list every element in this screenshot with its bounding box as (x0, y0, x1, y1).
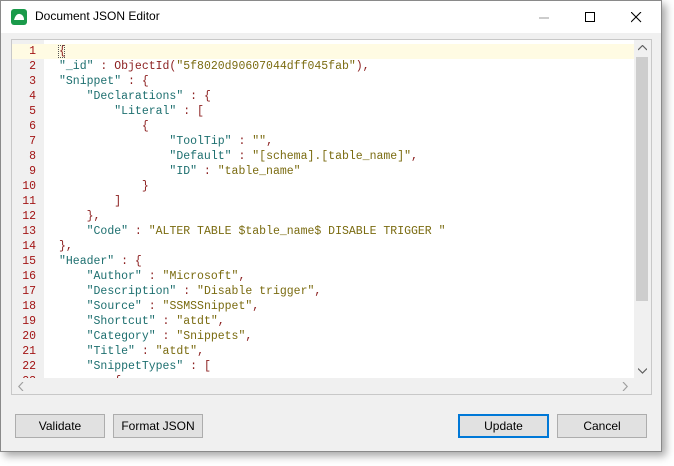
line-text: "ID" : "table_name" (169, 165, 301, 178)
code-line[interactable]: 5 "Literal" : [ (12, 104, 634, 119)
line-text: "Code" : "ALTER TABLE $table_name$ DISAB… (86, 225, 446, 238)
line-number: 22 (22, 360, 36, 373)
line-number: 2 (29, 60, 36, 73)
scroll-left-icon[interactable] (18, 382, 24, 391)
scroll-right-icon[interactable] (622, 382, 628, 391)
line-number: 9 (29, 165, 36, 178)
json-code-editor[interactable]: 1{2 "_id" : ObjectId("5f8020d90607044dff0… (11, 39, 652, 395)
code-line[interactable]: 2 "_id" : ObjectId("5f8020d90607044dff045… (12, 59, 634, 74)
code-line[interactable]: 20 "Category" : "Snippets", (12, 329, 634, 344)
vertical-scrollbar[interactable] (634, 40, 651, 380)
line-text: "Snippet" : { (59, 75, 149, 88)
code-line[interactable]: 15 "Header" : { (12, 254, 634, 269)
line-text: "Literal" : [ (114, 105, 204, 118)
code-line[interactable]: 9 "ID" : "table_name" (12, 164, 634, 179)
vertical-scroll-thumb[interactable] (636, 57, 648, 301)
code-area[interactable]: 1{2 "_id" : ObjectId("5f8020d90607044dff0… (12, 40, 634, 380)
line-text: "Author" : "Microsoft", (86, 270, 246, 283)
line-text: "Source" : "SSMSSnippet", (86, 300, 260, 313)
code-line[interactable]: 3 "Snippet" : { (12, 74, 634, 89)
code-line[interactable]: 17 "Description" : "Disable trigger", (12, 284, 634, 299)
code-line[interactable]: 18 "Source" : "SSMSSnippet", (12, 299, 634, 314)
line-number: 17 (22, 285, 36, 298)
window-title: Document JSON Editor (35, 9, 160, 23)
line-number: 1 (29, 45, 36, 58)
maximize-button[interactable] (567, 1, 613, 33)
scroll-down-icon[interactable] (638, 368, 647, 374)
format-json-button[interactable]: Format JSON (113, 414, 203, 438)
code-line[interactable]: 19 "Shortcut" : "atdt", (12, 314, 634, 329)
line-number: 4 (29, 90, 36, 103)
code-line[interactable]: 12 }, (12, 209, 634, 224)
scroll-up-icon[interactable] (638, 45, 647, 51)
close-button[interactable] (613, 1, 659, 33)
scrollbar-corner (634, 378, 651, 394)
line-number: 13 (22, 225, 36, 238)
text-cursor (58, 45, 65, 58)
update-button[interactable]: Update (458, 414, 549, 438)
line-number: 7 (29, 135, 36, 148)
horizontal-scrollbar[interactable] (12, 378, 634, 394)
line-number: 5 (29, 105, 36, 118)
line-number: 18 (22, 300, 36, 313)
maximize-icon (585, 12, 595, 22)
code-line[interactable]: 11 ] (12, 194, 634, 209)
line-number: 14 (22, 240, 36, 253)
line-number: 12 (22, 210, 36, 223)
code-line[interactable]: 13 "Code" : "ALTER TABLE $table_name$ DI… (12, 224, 634, 239)
line-text: "Shortcut" : "atdt", (86, 315, 225, 328)
line-number: 16 (22, 270, 36, 283)
line-number: 3 (29, 75, 36, 88)
code-line[interactable]: 1{ (12, 44, 634, 59)
close-icon (631, 12, 642, 23)
line-number: 11 (22, 195, 36, 208)
minimize-button[interactable] (521, 1, 567, 33)
line-text: }, (59, 240, 73, 253)
line-text: { (59, 120, 149, 133)
line-number: 8 (29, 150, 36, 163)
line-text: "Description" : "Disable trigger", (86, 285, 322, 298)
line-text: "SnippetTypes" : [ (86, 360, 211, 373)
line-number: 10 (22, 180, 36, 193)
line-number: 20 (22, 330, 36, 343)
code-line[interactable]: 21 "Title" : "atdt", (12, 344, 634, 359)
line-text: "Header" : { (59, 255, 142, 268)
cancel-button[interactable]: Cancel (557, 414, 647, 438)
line-text: "_id" : ObjectId("5f8020d90607044dff045f… (59, 60, 370, 73)
code-line[interactable]: 14}, (12, 239, 634, 254)
code-line[interactable]: 22 "SnippetTypes" : [ (12, 359, 634, 374)
line-text: "Category" : "Snippets", (86, 330, 253, 343)
line-number: 6 (29, 120, 36, 133)
code-line[interactable]: 4 "Declarations" : { (12, 89, 634, 104)
line-text: "ToolTip" : "", (169, 135, 273, 148)
line-text: "Title" : "atdt", (86, 345, 204, 358)
code-line[interactable]: 16 "Author" : "Microsoft", (12, 269, 634, 284)
code-line[interactable]: 10 } (12, 179, 634, 194)
line-text: ] (59, 195, 122, 208)
json-editor-window: Document JSON Editor 1{2 "_id" : ObjectId… (0, 0, 662, 452)
line-text: "Declarations" : { (86, 90, 211, 103)
validate-button[interactable]: Validate (15, 414, 105, 438)
minimize-icon (539, 17, 549, 19)
line-number: 21 (22, 345, 36, 358)
line-text: "Default" : "[schema].[table_name]", (169, 150, 418, 163)
code-line[interactable]: 8 "Default" : "[schema].[table_name]", (12, 149, 634, 164)
code-line[interactable]: 7 "ToolTip" : "", (12, 134, 634, 149)
title-bar[interactable]: Document JSON Editor (1, 1, 661, 33)
code-line[interactable]: 6 { (12, 119, 634, 134)
frog-icon (11, 9, 27, 25)
line-number: 15 (22, 255, 36, 268)
line-text: }, (59, 210, 101, 223)
line-number: 19 (22, 315, 36, 328)
line-text: } (59, 180, 149, 193)
